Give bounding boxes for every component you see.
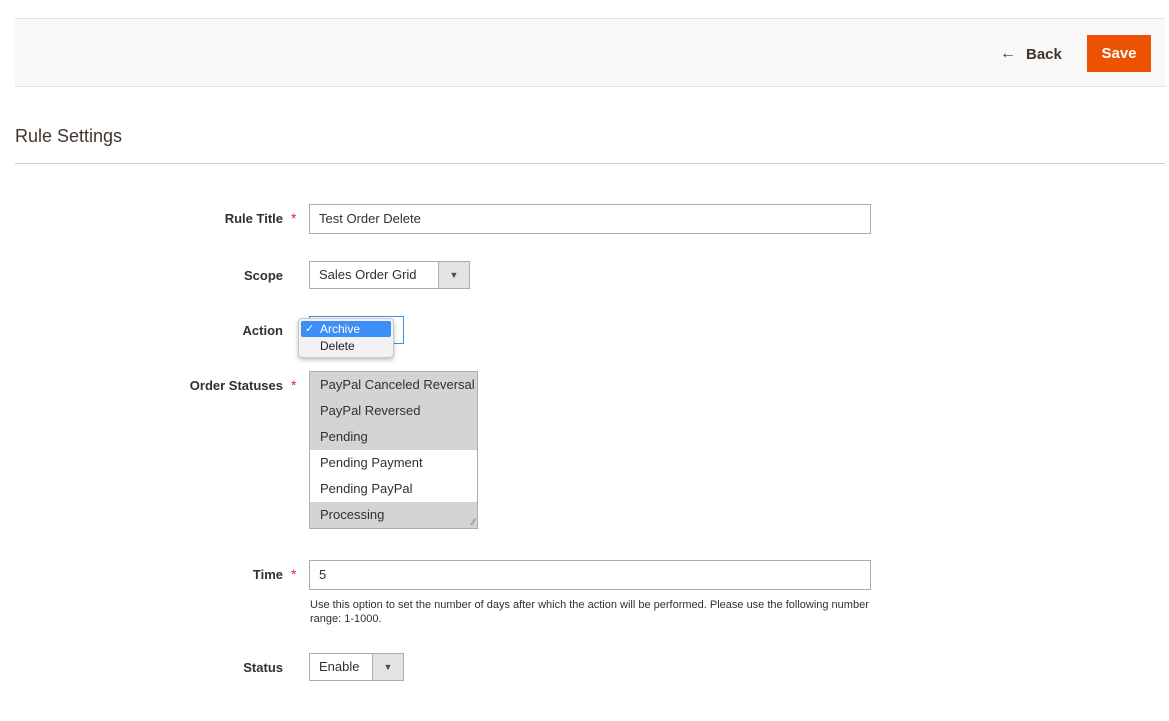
section-title: Rule Settings: [15, 126, 123, 146]
status-option[interactable]: Processing: [310, 502, 477, 528]
order-statuses-required-marker: *: [291, 377, 297, 393]
caret-down-icon: ▼: [438, 262, 469, 288]
status-option[interactable]: PayPal Canceled Reversal: [310, 372, 477, 398]
action-label: Action: [242, 323, 283, 338]
checkmark-icon: ✓: [305, 323, 315, 335]
status-option[interactable]: PayPal Reversed: [310, 398, 477, 424]
scope-select[interactable]: Sales Order Grid ▼: [309, 261, 470, 289]
scope-select-value: Sales Order Grid: [319, 267, 417, 282]
arrow-left-icon: ←: [1000, 45, 1016, 62]
caret-down-icon: ▼: [372, 654, 403, 680]
page-actions-toolbar: ← Back Save: [15, 18, 1165, 87]
status-option[interactable]: Pending Payment: [310, 450, 477, 476]
status-option[interactable]: Pending PayPal: [310, 476, 477, 502]
time-field-note: Use this option to set the number of day…: [310, 599, 869, 625]
save-button[interactable]: Save: [1087, 35, 1151, 72]
action-option-delete-label: Delete: [320, 339, 355, 353]
order-statuses-label: Order Statuses: [189, 378, 283, 393]
time-input[interactable]: 5: [309, 560, 871, 590]
section-divider: [15, 163, 1165, 164]
time-label: Time: [252, 567, 283, 582]
rule-title-input[interactable]: Test Order Delete: [309, 204, 871, 234]
action-option-delete[interactable]: Delete: [301, 338, 391, 354]
action-option-archive[interactable]: ✓ Archive: [301, 321, 391, 337]
resize-grip-icon[interactable]: ∕∕: [472, 517, 475, 527]
action-dropdown-menu: ✓ Archive Delete: [298, 318, 394, 358]
scope-label: Scope: [243, 268, 283, 283]
rule-title-label: Rule Title: [224, 211, 283, 226]
time-required-marker: *: [291, 566, 297, 582]
action-option-archive-label: Archive: [320, 322, 361, 336]
rule-title-required-marker: *: [291, 210, 297, 226]
status-label: Status: [243, 660, 283, 675]
status-option[interactable]: Pending: [310, 424, 477, 450]
back-button-label: Back: [1026, 45, 1062, 63]
status-select[interactable]: Enable ▼: [309, 653, 404, 681]
status-select-value: Enable: [319, 659, 360, 674]
order-statuses-multiselect[interactable]: PayPal Canceled Reversal PayPal Reversed…: [309, 371, 478, 529]
back-button[interactable]: ← Back: [1000, 41, 1062, 67]
